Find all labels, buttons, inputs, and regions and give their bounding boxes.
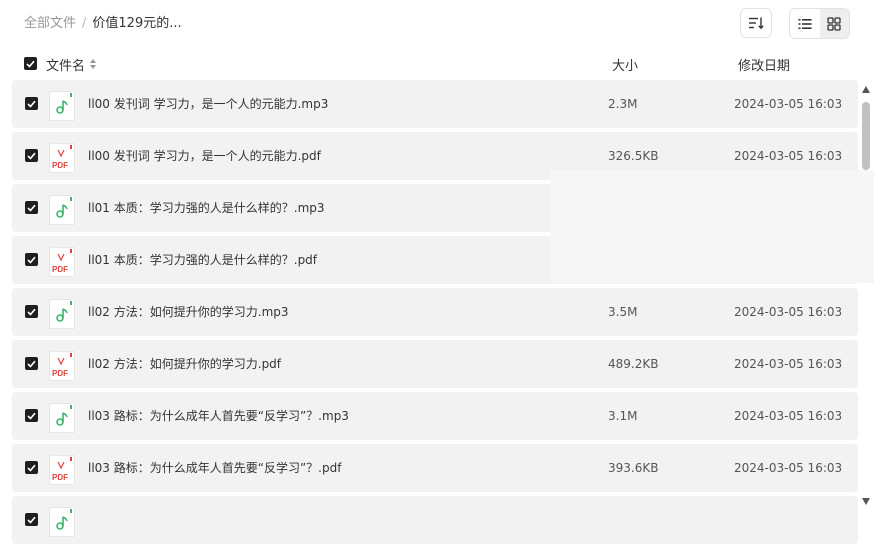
file-size: 326.5KB <box>608 149 659 163</box>
checkmark-icon <box>27 412 36 420</box>
column-header-name[interactable]: 文件名 <box>46 55 85 74</box>
file-size: 489.2KB <box>608 357 659 371</box>
svg-text:PDF: PDF <box>52 265 68 274</box>
checkmark-icon <box>27 464 36 472</box>
file-name[interactable]: ll00 发刊词 学习力，是一个人的元能力.pdf <box>88 147 321 165</box>
row-checkbox[interactable] <box>25 461 38 474</box>
pdf-file-icon: PDF <box>49 247 75 277</box>
checkmark-icon <box>27 516 36 524</box>
audio-file-icon <box>49 195 75 225</box>
checkmark-icon <box>27 256 36 264</box>
row-checkbox[interactable] <box>25 513 38 526</box>
pdf-file-icon: PDF <box>49 455 75 485</box>
checkmark-icon <box>26 60 35 68</box>
breadcrumb-current-folder: 价值129元的... <box>92 16 182 31</box>
row-checkbox[interactable] <box>25 253 38 266</box>
file-row[interactable]: PDF ll03 路标：为什么成年人首先要“反学习”？.pdf 393.6KB 202… <box>12 444 858 492</box>
file-name[interactable]: ll01 本质：学习力强的人是什么样的？.mp3 <box>88 199 325 217</box>
scrollbar[interactable] <box>860 84 872 510</box>
file-size: 3.5M <box>608 305 638 319</box>
svg-text:PDF: PDF <box>52 473 68 482</box>
file-modified-date: 2024-03-05 16:03 <box>734 305 843 319</box>
scroll-up-arrow-icon[interactable] <box>862 86 870 93</box>
audio-file-icon <box>49 403 75 433</box>
pdf-file-icon: PDF <box>49 351 75 381</box>
file-size: 393.6KB <box>608 461 659 475</box>
list-view-button[interactable] <box>790 9 820 38</box>
file-name[interactable]: ll03 路标：为什么成年人首先要“反学习”？.pdf <box>88 459 341 477</box>
row-checkbox[interactable] <box>25 201 38 214</box>
audio-file-icon <box>49 299 75 329</box>
file-row[interactable] <box>12 496 858 544</box>
grid-view-icon <box>827 16 841 31</box>
file-row[interactable]: ll03 路标：为什么成年人首先要“反学习”？.mp3 3.1M 2024-03-0… <box>12 392 858 440</box>
sort-lines-icon <box>749 17 764 30</box>
breadcrumb: 全部文件 / 价值129元的... <box>24 14 182 34</box>
column-header-size[interactable]: 大小 <box>612 55 638 74</box>
view-mode-toggle <box>789 8 850 39</box>
breadcrumb-separator: / <box>82 16 87 31</box>
file-size: 3.1M <box>608 409 638 423</box>
scrollbar-thumb[interactable] <box>862 102 870 170</box>
checkmark-icon <box>27 308 36 316</box>
list-view-icon <box>798 18 812 29</box>
file-modified-date: 2024-03-05 16:03 <box>734 97 843 111</box>
svg-text:PDF: PDF <box>52 369 68 378</box>
checkmark-icon <box>27 360 36 368</box>
file-modified-date: 2024-03-05 16:03 <box>734 357 843 371</box>
row-checkbox[interactable] <box>25 357 38 370</box>
column-header-modified[interactable]: 修改日期 <box>738 55 790 74</box>
hover-overlay <box>550 170 874 283</box>
file-modified-date: 2024-03-05 16:03 <box>734 461 843 475</box>
file-name[interactable]: ll02 方法：如何提升你的学习力.pdf <box>88 355 281 373</box>
file-row[interactable]: ll00 发刊词 学习力，是一个人的元能力.mp3 2.3M 2024-03-05 … <box>12 80 858 128</box>
file-name[interactable]: ll03 路标：为什么成年人首先要“反学习”？.mp3 <box>88 407 349 425</box>
grid-view-button[interactable] <box>819 9 849 38</box>
checkmark-icon <box>27 100 36 108</box>
pdf-file-icon: PDF <box>49 143 75 173</box>
file-name[interactable]: ll00 发刊词 学习力，是一个人的元能力.mp3 <box>88 95 328 113</box>
file-modified-date: 2024-03-05 16:03 <box>734 149 843 163</box>
svg-text:PDF: PDF <box>52 161 68 170</box>
file-name[interactable]: ll02 方法：如何提升你的学习力.mp3 <box>88 303 289 321</box>
file-modified-date: 2024-03-05 16:03 <box>734 409 843 423</box>
file-list-header: 文件名 大小 修改日期 <box>0 54 874 74</box>
select-all-checkbox[interactable] <box>24 57 37 70</box>
row-checkbox[interactable] <box>25 149 38 162</box>
scroll-down-arrow-icon[interactable] <box>862 498 870 505</box>
row-checkbox[interactable] <box>25 97 38 110</box>
checkmark-icon <box>27 152 36 160</box>
file-name[interactable]: ll01 本质：学习力强的人是什么样的？.pdf <box>88 251 317 269</box>
audio-file-icon <box>49 507 75 537</box>
breadcrumb-root-link[interactable]: 全部文件 <box>24 16 76 31</box>
checkmark-icon <box>27 204 36 212</box>
sort-arrows-icon[interactable] <box>89 58 97 70</box>
file-row[interactable]: PDF ll02 方法：如何提升你的学习力.pdf 489.2KB 2024-03-0… <box>12 340 858 388</box>
file-row[interactable]: ll02 方法：如何提升你的学习力.mp3 3.5M 2024-03-05 16:0… <box>12 288 858 336</box>
file-size: 2.3M <box>608 97 638 111</box>
audio-file-icon <box>49 91 75 121</box>
sort-button[interactable] <box>740 8 772 38</box>
row-checkbox[interactable] <box>25 409 38 422</box>
row-checkbox[interactable] <box>25 305 38 318</box>
